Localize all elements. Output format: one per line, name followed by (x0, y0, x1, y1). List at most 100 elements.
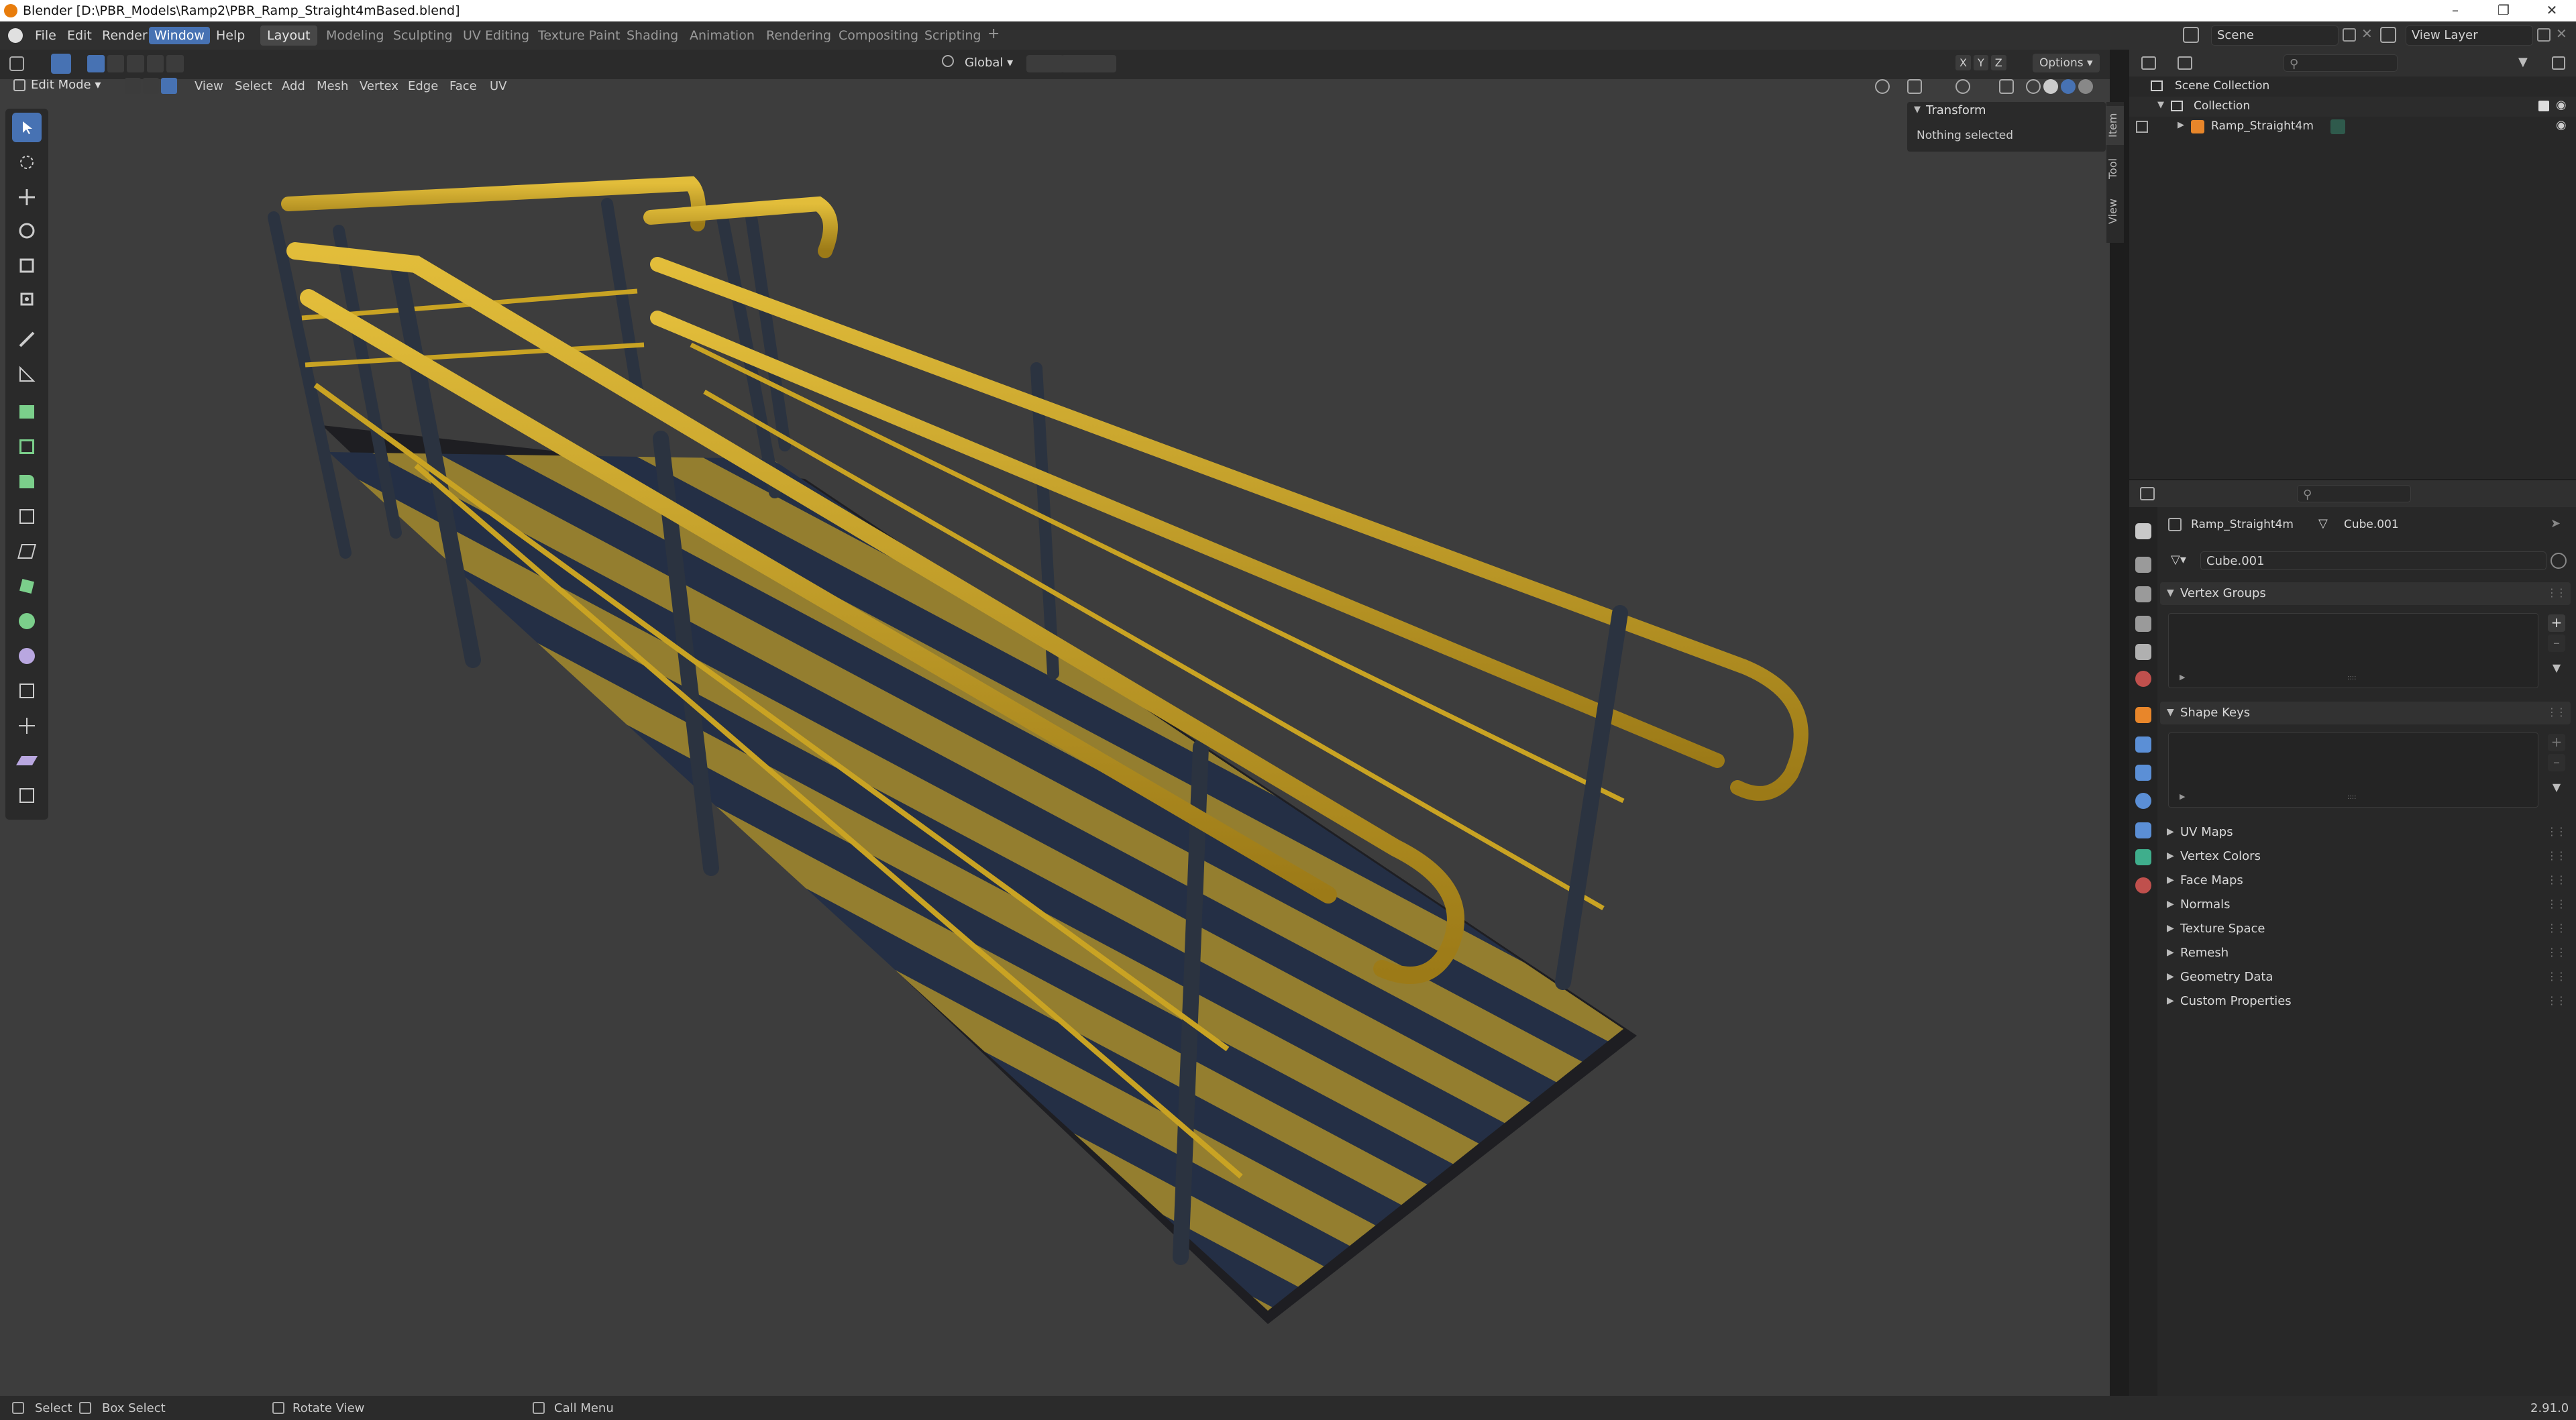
mirror-y-toggle[interactable]: Y (1973, 55, 1988, 70)
inset-tool[interactable] (12, 432, 42, 461)
filter-icon[interactable]: ▼ (2518, 55, 2528, 69)
outliner-editor-icon[interactable] (2141, 56, 2156, 70)
cursor-tool[interactable] (12, 148, 42, 177)
new-collection-icon[interactable] (2552, 56, 2565, 70)
xray-icon[interactable] (1999, 79, 2014, 94)
tab-view[interactable]: View (2106, 192, 2124, 231)
select-subtract-icon[interactable] (127, 55, 144, 72)
shape-keys-section[interactable]: ▼ Shape Keys ⋮⋮ (2160, 702, 2571, 724)
select-box-tool[interactable] (12, 113, 42, 142)
drag-handle-icon[interactable]: ⋮⋮ (2546, 946, 2567, 959)
rendered-shading-icon[interactable] (2078, 79, 2093, 94)
options-dropdown[interactable]: Options ▾ (2033, 54, 2100, 72)
tab-uv-editing[interactable]: UV Editing (456, 25, 536, 46)
output-tab-icon[interactable] (2135, 586, 2151, 602)
shear-tool[interactable] (12, 746, 42, 775)
menu-vertex[interactable]: Vertex (360, 79, 398, 93)
outliner-row-object[interactable]: ▶ Ramp_Straight4m ◉ (2129, 117, 2576, 137)
tab-layout[interactable]: Layout (260, 25, 317, 46)
new-view-layer-icon[interactable] (2537, 28, 2551, 42)
editor-type-icon[interactable] (9, 56, 24, 71)
remove-vertex-group-button[interactable]: – (2548, 635, 2565, 652)
object-visibility-icon[interactable]: ◉ (2556, 118, 2567, 132)
constraints-tab-icon[interactable] (2135, 822, 2151, 838)
move-tool[interactable] (12, 182, 42, 212)
vertex-colors-section[interactable]: ▶ Vertex Colors ⋮⋮ (2160, 845, 2571, 868)
scale-tool[interactable] (12, 251, 42, 280)
add-shape-key-button[interactable]: + (2548, 734, 2565, 751)
outliner-row-collection[interactable]: ▼ Collection ◉ (2129, 97, 2576, 117)
material-tab-icon[interactable] (2135, 877, 2151, 893)
menu-face[interactable]: Face (449, 79, 477, 93)
face-select-icon[interactable] (161, 78, 177, 94)
extrude-tool[interactable] (12, 397, 42, 427)
edge-slide-tool[interactable] (12, 676, 42, 706)
scene-selector[interactable]: Scene (2211, 25, 2339, 46)
list-resize-icon[interactable]: :::: (2347, 794, 2356, 801)
tab-scripting[interactable]: Scripting (918, 25, 988, 46)
bevel-tool[interactable] (12, 467, 42, 496)
outliner-search-input[interactable]: ⚲ (2284, 54, 2398, 72)
menu-help[interactable]: Help (211, 27, 250, 44)
mesh-datablock-field[interactable]: Cube.001 (2200, 551, 2546, 570)
menu-edit[interactable]: Edit (62, 27, 97, 44)
collection-visibility-icon[interactable]: ◉ (2556, 98, 2567, 112)
transform-section-title[interactable]: Transform (1926, 103, 1986, 117)
select-intersect-icon[interactable] (166, 55, 184, 72)
vertex-group-specials-button[interactable]: ▼ (2548, 661, 2565, 679)
transform-collapse-icon[interactable]: ▼ (1914, 105, 1921, 115)
mesh-datablock-icon[interactable]: ▽▾ (2171, 553, 2186, 567)
shrink-fatten-tool[interactable] (12, 711, 42, 741)
visibility-icon[interactable] (1875, 79, 1890, 94)
tab-item[interactable]: Item (2106, 106, 2124, 145)
menu-uv[interactable]: UV (490, 79, 507, 93)
overlay-icon[interactable] (1955, 79, 1970, 94)
knife-tool[interactable] (12, 537, 42, 566)
proportional-editing-toggle[interactable] (1116, 55, 1157, 72)
add-vertex-group-button[interactable]: + (2548, 614, 2565, 632)
world-tab-icon[interactable] (2135, 671, 2151, 687)
wireframe-shading-icon[interactable] (2026, 79, 2041, 94)
tab-modeling[interactable]: Modeling (319, 25, 390, 46)
object-expand-icon[interactable]: ▶ (2178, 120, 2184, 130)
object-tab-icon[interactable] (2135, 707, 2151, 723)
measure-tool[interactable] (12, 360, 42, 389)
transform-tool[interactable] (12, 284, 42, 314)
select-new-icon[interactable] (87, 55, 105, 72)
remove-shape-key-button[interactable]: – (2548, 754, 2565, 771)
rotate-tool[interactable] (12, 216, 42, 245)
select-extend-icon[interactable] (107, 55, 125, 72)
drag-handle-icon[interactable]: ⋮⋮ (2546, 849, 2567, 862)
remove-view-layer-icon[interactable]: ✕ (2556, 25, 2567, 42)
tab-rendering[interactable]: Rendering (759, 25, 838, 46)
drag-handle-icon[interactable]: ⋮⋮ (2546, 970, 2567, 983)
edit-mode-toggle-icon[interactable] (2136, 121, 2148, 133)
menu-edge[interactable]: Edge (408, 79, 438, 93)
menu-select[interactable]: Select (235, 79, 272, 93)
smooth-tool[interactable] (12, 641, 42, 671)
drag-handle-icon[interactable]: ⋮⋮ (2546, 897, 2567, 910)
scene-tab-icon[interactable] (2135, 644, 2151, 660)
custom-properties-section[interactable]: ▶ Custom Properties ⋮⋮ (2160, 990, 2571, 1013)
menu-render[interactable]: Render (97, 27, 153, 44)
particles-tab-icon[interactable] (2135, 765, 2151, 781)
tab-shading[interactable]: Shading (620, 25, 685, 46)
menu-window[interactable]: Window (149, 27, 210, 44)
collection-expand-icon[interactable]: ▼ (2157, 100, 2164, 110)
menu-add[interactable]: Add (282, 79, 305, 93)
3d-viewport[interactable] (0, 50, 2110, 1396)
tab-animation[interactable]: Animation (683, 25, 761, 46)
tool-tab-icon[interactable] (2135, 523, 2151, 539)
minimize-icon[interactable]: – (2442, 2, 2469, 19)
new-scene-icon[interactable] (2343, 28, 2356, 42)
mirror-x-toggle[interactable]: X (1955, 55, 1971, 70)
edge-select-icon[interactable] (143, 78, 159, 94)
menu-view[interactable]: View (195, 79, 223, 93)
drag-handle-icon[interactable]: ⋮⋮ (2546, 922, 2567, 934)
close-icon[interactable]: ✕ (2538, 2, 2565, 19)
list-resize-icon[interactable]: :::: (2347, 674, 2356, 681)
remove-scene-icon[interactable]: ✕ (2361, 25, 2373, 42)
material-preview-icon[interactable] (2061, 79, 2076, 94)
pivot-point-select[interactable] (1026, 55, 1064, 72)
drag-handle-icon[interactable]: ⋮⋮ (2546, 873, 2567, 886)
